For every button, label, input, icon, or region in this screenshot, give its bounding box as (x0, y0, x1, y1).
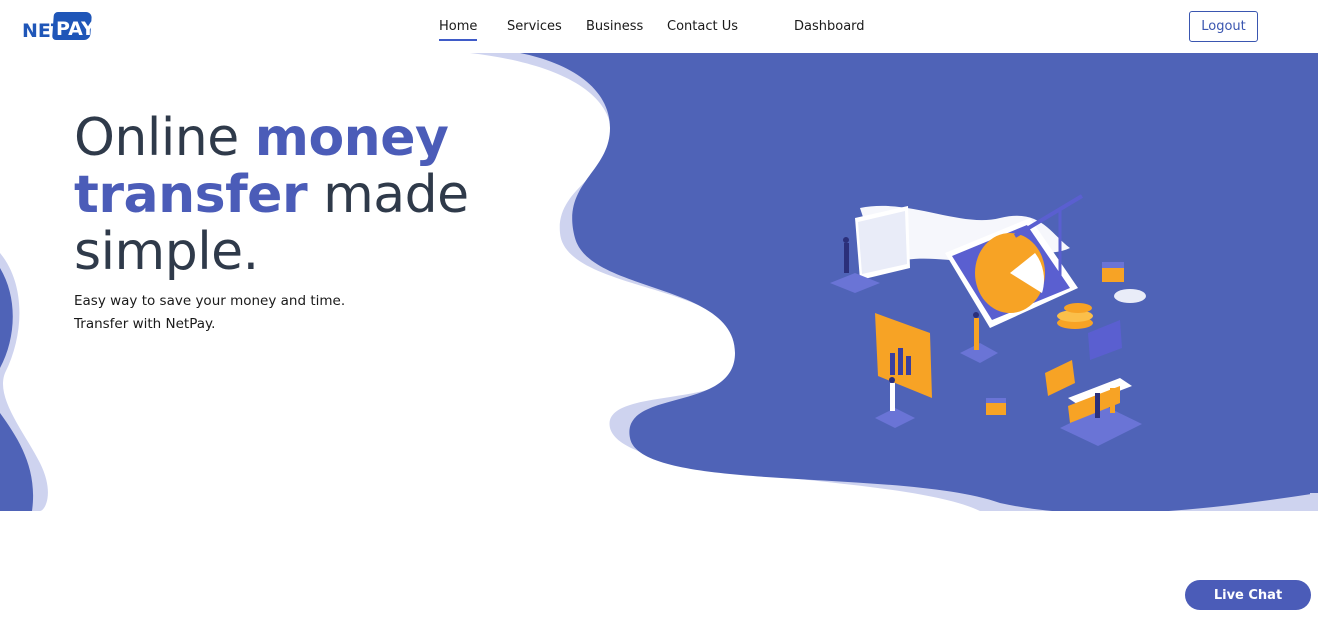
live-chat-button[interactable]: Live Chat (1185, 580, 1311, 610)
headline-part-simple: simple. (74, 222, 259, 282)
nav-contact-us[interactable]: Contact Us (667, 19, 738, 34)
headline-accent-transfer: transfer (74, 165, 308, 225)
nav-business[interactable]: Business (586, 19, 643, 34)
nav-dashboard[interactable]: Dashboard (794, 19, 865, 34)
top-navbar: NET PAY Home Services Business Contact U… (0, 0, 1318, 53)
hero-headline: Online money transfer made simple. (74, 110, 534, 281)
nav-home[interactable]: Home (439, 19, 478, 41)
logout-button[interactable]: Logout (1189, 11, 1258, 42)
netpay-logo[interactable]: NET PAY (20, 10, 95, 44)
headline-accent-money: money (254, 108, 449, 168)
hero-illustration (820, 188, 1160, 453)
hero-subtext: Easy way to save your money and time. Tr… (74, 290, 345, 335)
nav-services[interactable]: Services (507, 19, 562, 34)
headline-part-online: Online (74, 108, 255, 168)
headline-part-made: made (307, 165, 469, 225)
subtext-line-2: Transfer with NetPay. (74, 315, 216, 332)
hero-section: Online money transfer made simple. Easy … (0, 53, 1318, 511)
subtext-line-1: Easy way to save your money and time. (74, 293, 346, 309)
logo-pay-text: PAY (56, 18, 95, 40)
